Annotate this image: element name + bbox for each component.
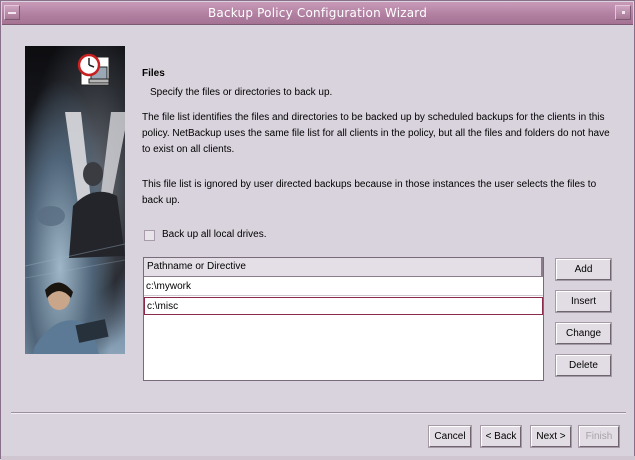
delete-button[interactable]: Delete bbox=[556, 355, 611, 376]
backup-all-drives-checkbox[interactable] bbox=[144, 230, 155, 241]
file-list[interactable]: Pathname or Directive c:\mywork c:\misc bbox=[143, 257, 544, 381]
backup-all-drives-label: Back up all local drives. bbox=[162, 229, 267, 240]
file-list-row-selected[interactable]: c:\misc bbox=[144, 297, 543, 315]
wizard-side-graphic-art bbox=[25, 112, 125, 354]
maximize-icon bbox=[622, 11, 625, 14]
add-button[interactable]: Add bbox=[556, 259, 611, 280]
clock-computer-icon bbox=[77, 53, 111, 87]
window-bottom-edge bbox=[1, 456, 635, 460]
page-subheading: Specify the files or directories to back… bbox=[150, 87, 333, 98]
finish-button: Finish bbox=[579, 426, 619, 447]
wizard-window: Backup Policy Configuration Wizard Files… bbox=[0, 0, 635, 460]
change-button[interactable]: Change bbox=[556, 323, 611, 344]
footer-separator bbox=[11, 412, 626, 414]
back-button[interactable]: < Back bbox=[481, 426, 521, 447]
wizard-side-graphic bbox=[25, 46, 125, 354]
maximize-button[interactable] bbox=[615, 5, 631, 20]
title-bar[interactable]: Backup Policy Configuration Wizard bbox=[2, 2, 633, 25]
page-heading: Files bbox=[142, 68, 165, 79]
next-button[interactable]: Next > bbox=[531, 426, 571, 447]
insert-button[interactable]: Insert bbox=[556, 291, 611, 312]
file-list-row[interactable]: c:\mywork bbox=[144, 278, 543, 296]
file-list-column-header[interactable]: Pathname or Directive bbox=[144, 258, 543, 277]
description-paragraph: The file list identifies the files and d… bbox=[142, 112, 610, 155]
cancel-button[interactable]: Cancel bbox=[429, 426, 471, 447]
window-title: Backup Policy Configuration Wizard bbox=[207, 6, 428, 20]
note-paragraph: This file list is ignored by user direct… bbox=[142, 179, 597, 206]
